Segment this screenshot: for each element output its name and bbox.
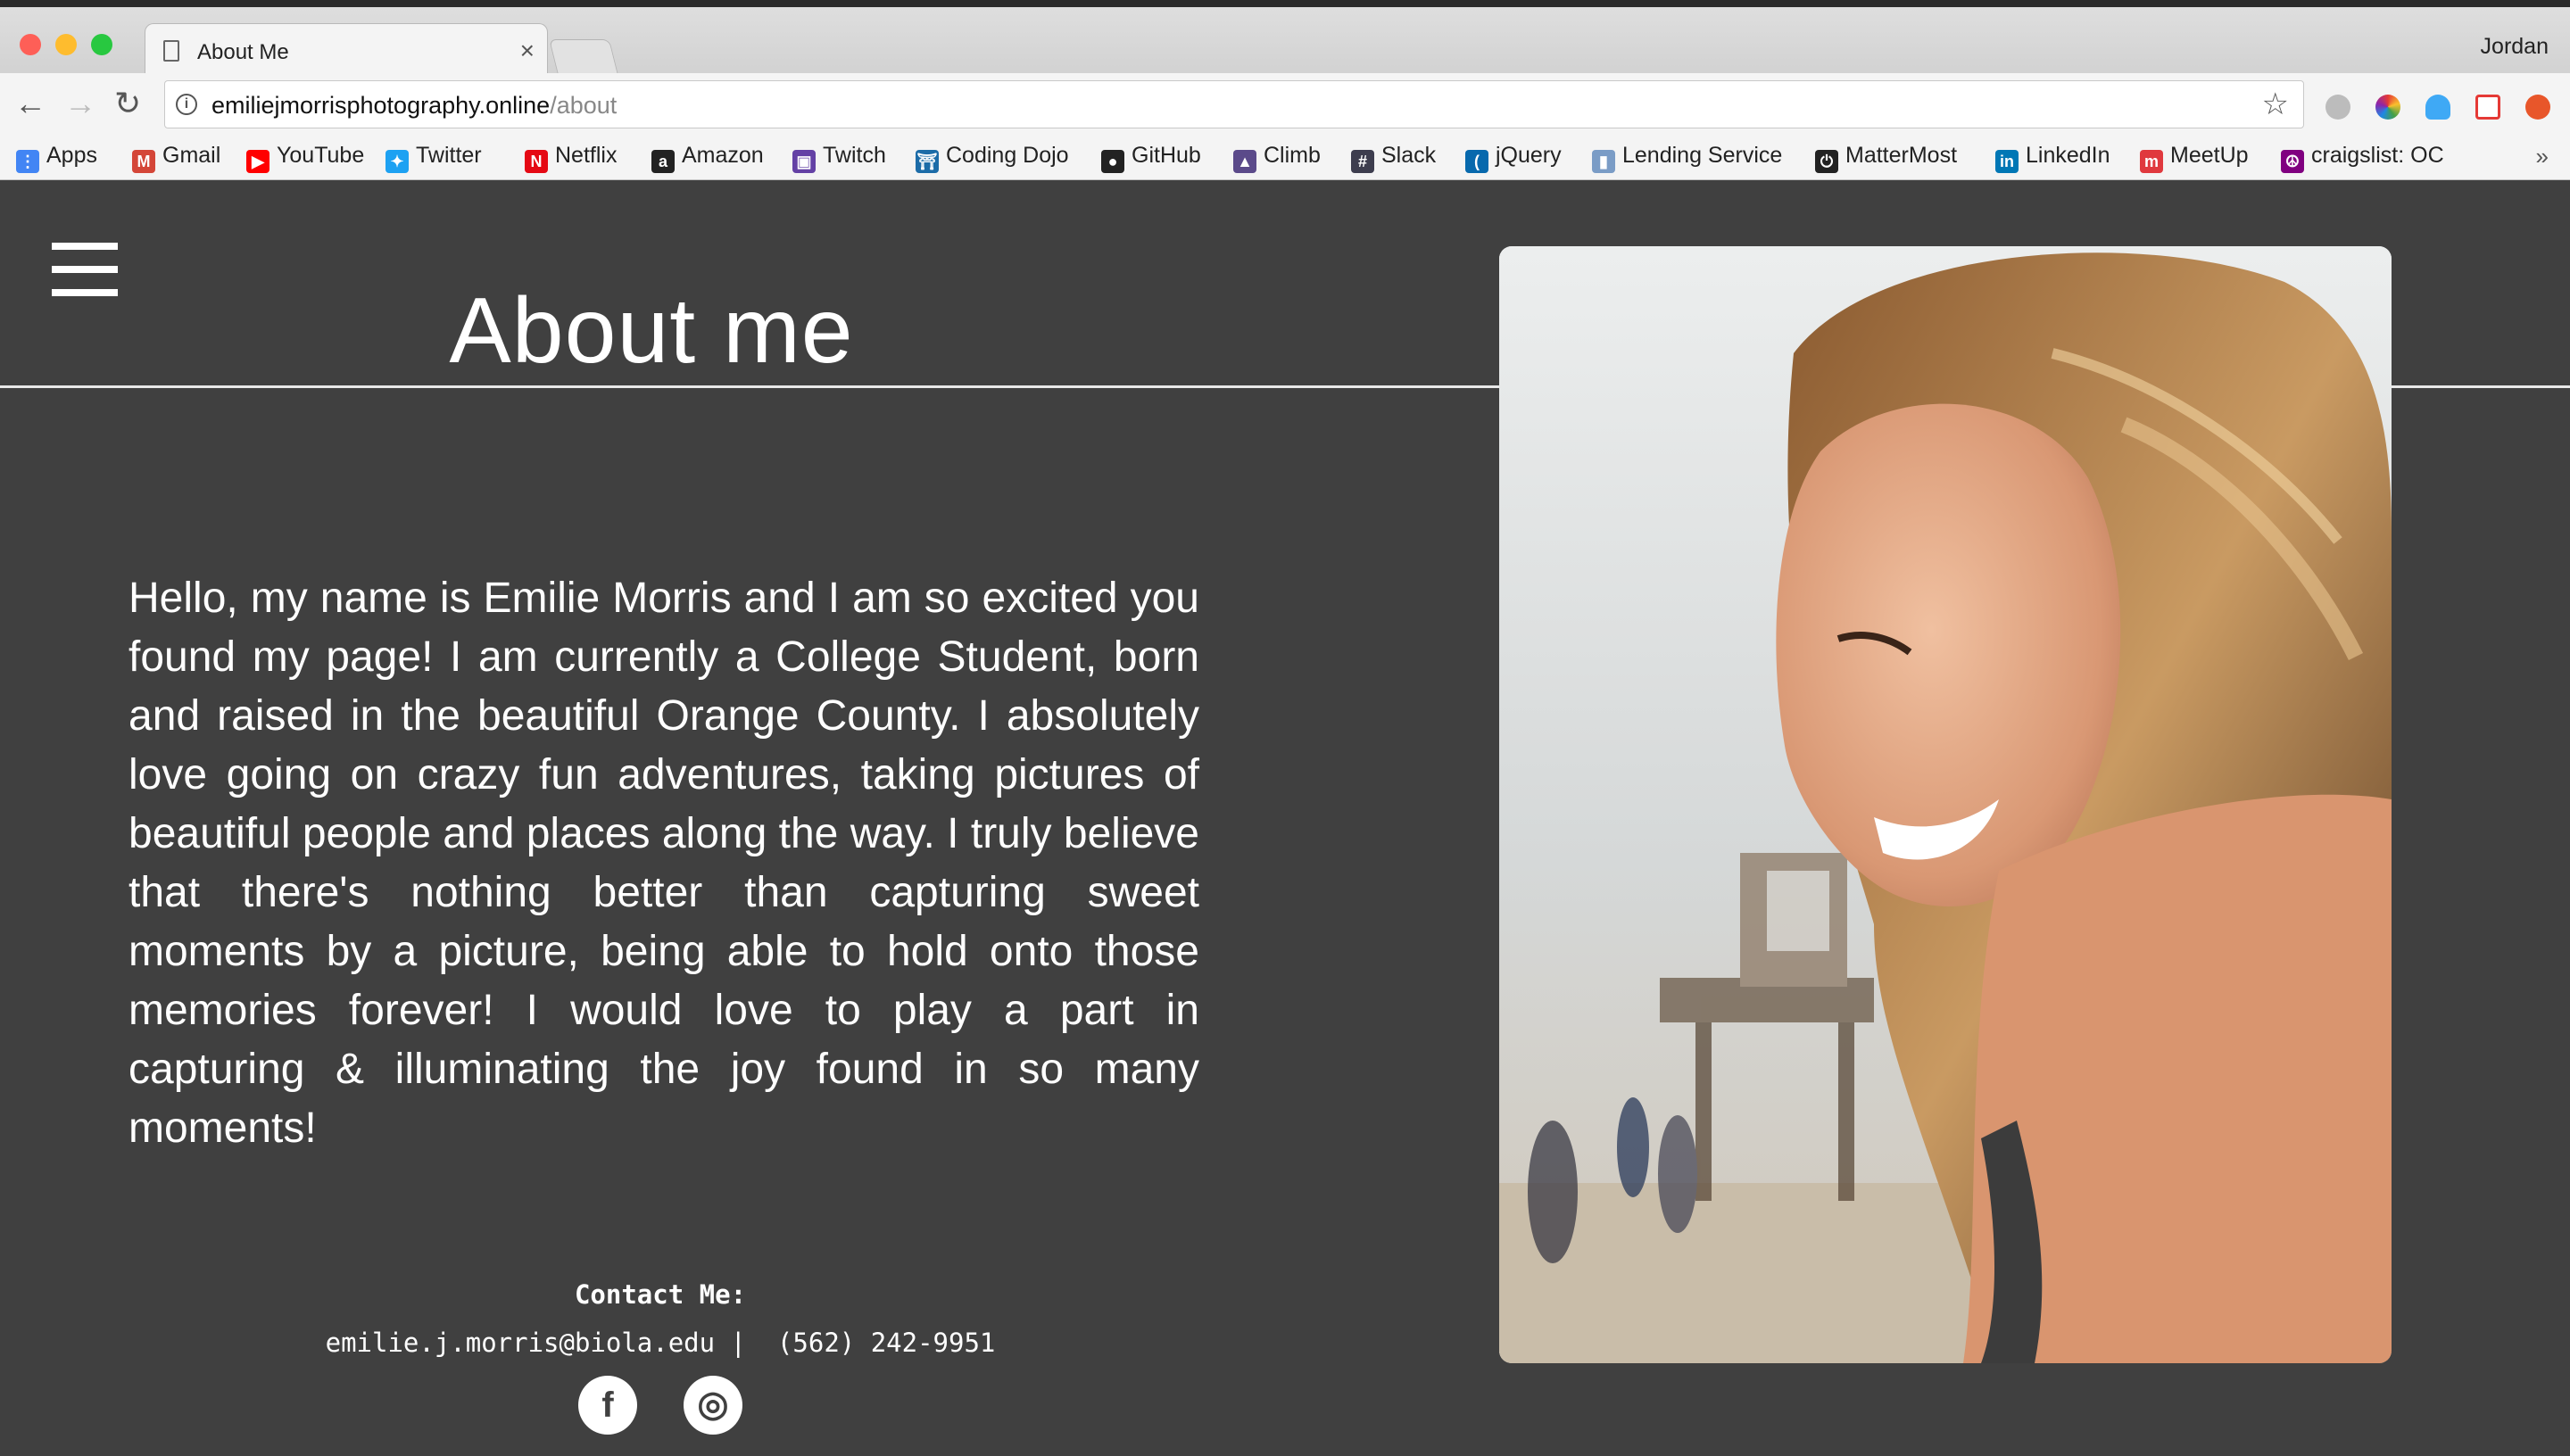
bookmark-label: Twitter xyxy=(416,143,482,168)
bookmark-twitch[interactable]: ▣ Twitch xyxy=(792,143,886,173)
bookmark-apps[interactable]: ⋮ Apps xyxy=(16,143,97,173)
bookmark-label: craigslist: OC xyxy=(2311,143,2444,168)
meetup-icon: m xyxy=(2140,150,2163,173)
bookmark-label: GitHub xyxy=(1132,143,1201,168)
slack-icon: # xyxy=(1351,150,1374,173)
bookmark-github[interactable]: ● GitHub xyxy=(1101,143,1201,173)
url-path: /about xyxy=(550,92,618,119)
bookmark-star-icon[interactable]: ☆ xyxy=(2262,87,2289,122)
jquery-icon: ( xyxy=(1465,150,1488,173)
bookmark-label: MeetUp xyxy=(2170,143,2249,168)
profile-name[interactable]: Jordan xyxy=(2481,34,2549,60)
tab-bar: About Me × Jordan xyxy=(0,0,2570,80)
bookmark-label: Lending Service xyxy=(1622,143,1783,168)
bookmark-climb[interactable]: ▲ Climb xyxy=(1233,143,1321,173)
about-page: About me Hello, my name is Emilie Morris… xyxy=(0,180,2570,1456)
lending-service-icon: ▮ xyxy=(1592,150,1615,173)
back-icon[interactable]: ← xyxy=(14,87,46,120)
contact-title: Contact Me: xyxy=(574,1279,747,1310)
bookmark-label: Coding Dojo xyxy=(946,143,1069,168)
mattermost-icon: ⏻ xyxy=(1815,150,1838,173)
minimize-window-button[interactable] xyxy=(55,34,77,55)
url-host: emiliejmorrisphotography.online xyxy=(211,92,551,119)
apps-grid-icon: ⋮ xyxy=(16,150,39,173)
address-bar[interactable]: i emiliejmorrisphotography.online/about … xyxy=(164,80,2304,128)
coding-dojo-icon: ⛩ xyxy=(916,150,939,173)
gmail-icon: M xyxy=(132,150,155,173)
github-icon: ● xyxy=(1101,150,1124,173)
bookmark-gmail[interactable]: M Gmail xyxy=(132,143,220,173)
youtube-icon: ▶ xyxy=(246,150,269,173)
more-bookmarks-icon[interactable]: » xyxy=(2536,143,2549,170)
bookmark-coding-dojo[interactable]: ⛩ Coding Dojo xyxy=(916,143,1069,173)
zoom-window-button[interactable] xyxy=(91,34,112,55)
bookmark-label: YouTube xyxy=(277,143,365,168)
bookmark-label: Netflix xyxy=(555,143,618,168)
netflix-icon: N xyxy=(525,150,548,173)
facebook-icon[interactable]: f xyxy=(578,1376,637,1435)
close-window-button[interactable] xyxy=(20,34,41,55)
bookmark-label: Apps xyxy=(46,143,97,168)
bookmark-label: Slack xyxy=(1381,143,1437,168)
browser-window: About Me × Jordan ← → ↻ i emiliejmorrisp… xyxy=(0,0,2570,1456)
drive-extension-icon[interactable] xyxy=(2325,95,2350,120)
contact-details: emilie.j.morris@biola.edu | (562) 242-99… xyxy=(325,1328,996,1358)
twitch-icon: ▣ xyxy=(792,150,816,173)
bookmark-label: jQuery xyxy=(1496,143,1562,168)
forward-icon[interactable]: → xyxy=(64,87,96,120)
bookmark-youtube[interactable]: ▶ YouTube xyxy=(246,143,364,173)
bookmark-label: MatterMost xyxy=(1845,143,1958,168)
amazon-icon: a xyxy=(651,150,675,173)
url-text: emiliejmorrisphotography.online/about xyxy=(211,92,617,120)
bookmark-twitter[interactable]: ✦ Twitter xyxy=(386,143,482,173)
bookmark-craigslist-oc[interactable]: ☮ craigslist: OC xyxy=(2281,143,2444,173)
color-picker-extension-icon[interactable] xyxy=(2375,95,2400,120)
bookmark-jquery[interactable]: ( jQuery xyxy=(1465,143,1562,173)
linkedin-icon: in xyxy=(1995,150,2019,173)
bookmarks-bar: ⋮ Apps M Gmail ▶ YouTube ✦ Twitter N Netflix a Amaz… xyxy=(0,136,2570,180)
portrait-photo xyxy=(1499,246,2392,1363)
bookmark-label: Gmail xyxy=(162,143,221,168)
bookmark-meetup[interactable]: m MeetUp xyxy=(2140,143,2249,173)
cloud-extension-icon[interactable] xyxy=(2425,95,2450,120)
bookmark-mattermost[interactable]: ⏻ MatterMost xyxy=(1815,143,1957,173)
toolbar: ← → ↻ i emiliejmorrisphotography.online/… xyxy=(0,73,2570,136)
bookmark-netflix[interactable]: N Netflix xyxy=(525,143,617,173)
bookmark-linkedin[interactable]: in LinkedIn xyxy=(1995,143,2110,173)
tab-about-me[interactable]: About Me × xyxy=(145,23,548,80)
tab-close-icon[interactable]: × xyxy=(520,37,535,65)
reload-icon[interactable]: ↻ xyxy=(114,87,141,120)
site-info-icon[interactable]: i xyxy=(176,94,197,115)
document-icon xyxy=(163,40,179,62)
bio-text: Hello, my name is Emilie Morris and I am… xyxy=(128,575,1199,1152)
craigslist-icon: ☮ xyxy=(2281,150,2304,173)
plus-extension-icon[interactable] xyxy=(2475,95,2500,120)
bookmark-amazon[interactable]: a Amazon xyxy=(651,143,764,173)
tab-title: About Me xyxy=(197,40,289,64)
bookmark-label: LinkedIn xyxy=(2026,143,2110,168)
bookmark-label: Climb xyxy=(1264,143,1321,168)
new-tab-button[interactable] xyxy=(549,39,618,75)
twitter-icon: ✦ xyxy=(386,150,409,173)
bookmark-label: Amazon xyxy=(682,143,764,168)
climb-icon: ▲ xyxy=(1233,150,1256,173)
instagram-icon[interactable]: ◎ xyxy=(684,1376,742,1435)
page-title: About me xyxy=(449,279,854,383)
bookmark-lending-service[interactable]: ▮ Lending Service xyxy=(1592,143,1782,173)
upload-extension-icon[interactable] xyxy=(2525,95,2550,120)
bookmark-slack[interactable]: # Slack xyxy=(1351,143,1436,173)
bookmark-label: Twitch xyxy=(823,143,886,168)
